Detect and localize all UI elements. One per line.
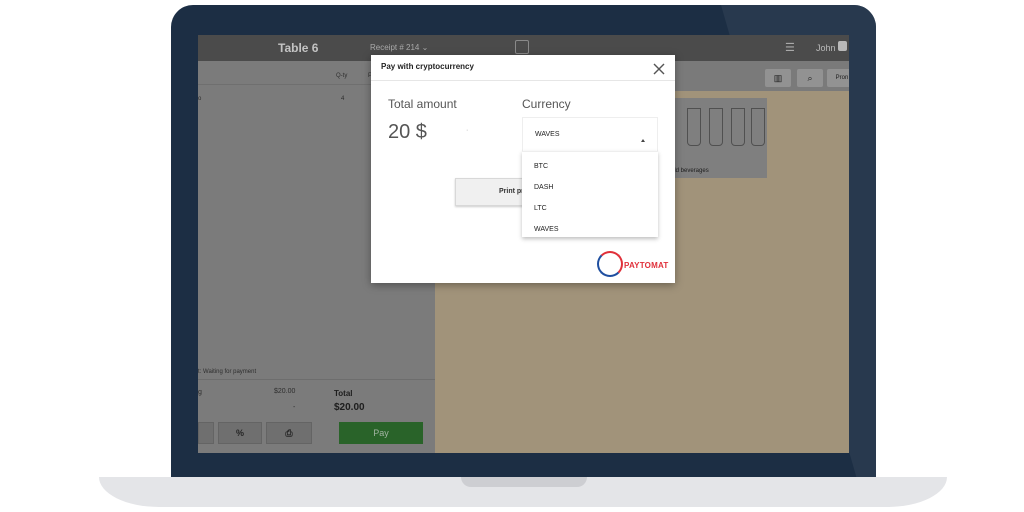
paytomat-logo-icon [597,251,623,277]
dialog-divider [371,80,675,81]
currency-selected-value: WAVES [535,131,560,138]
currency-option-btc[interactable]: BTC [534,163,548,170]
dialog-title: Pay with cryptocurrency [381,62,474,71]
currency-select[interactable]: WAVES [522,117,658,151]
paytomat-logo-text: PAYTOMAT [624,261,669,270]
total-amount-value: 20 $ [388,121,427,143]
crypto-payment-dialog: Pay with cryptocurrency Total amount 20 … [371,55,675,283]
currency-option-ltc[interactable]: LTC [534,205,547,212]
laptop-base-notch [461,477,587,487]
currency-label: Currency [522,97,571,111]
amount-dot: · [466,127,469,134]
chevron-up-icon [641,139,645,142]
currency-option-waves[interactable]: WAVES [534,226,559,233]
total-amount-label: Total amount [388,97,457,111]
currency-option-dash[interactable]: DASH [534,184,553,191]
close-icon[interactable] [652,62,666,76]
currency-dropdown-menu: BTC DASH LTC WAVES [522,151,658,237]
